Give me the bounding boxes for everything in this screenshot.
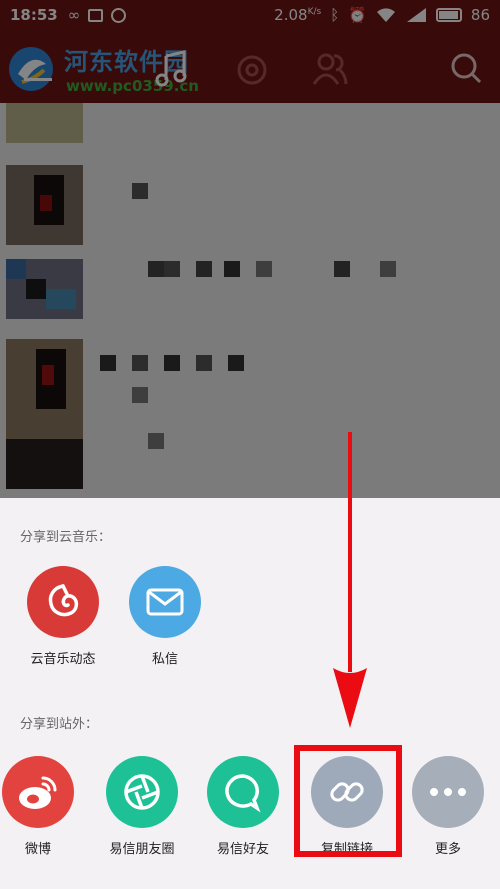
annotation-highlight-box bbox=[294, 745, 402, 857]
annotation-arrow-icon bbox=[333, 432, 367, 728]
share-label: 易信好友 bbox=[216, 842, 269, 857]
share-private-message-button[interactable]: 私信 bbox=[115, 566, 215, 667]
section-label-external: 分享到站外： bbox=[20, 717, 99, 732]
share-yixin-moments-button[interactable]: 易信朋友圈 bbox=[92, 756, 192, 857]
share-sheet: 分享到云音乐： 云音乐动态 私信 分享到站外： 微博 易信朋友圈 易信好友 复制… bbox=[0, 498, 500, 889]
dim-overlay[interactable] bbox=[0, 0, 500, 498]
share-more-button[interactable]: 更多 bbox=[398, 756, 498, 857]
share-label: 更多 bbox=[434, 842, 461, 857]
share-label: 易信朋友圈 bbox=[109, 842, 175, 857]
share-label: 微博 bbox=[24, 842, 51, 857]
more-dots-icon bbox=[430, 788, 466, 796]
share-yixin-friend-button[interactable]: 易信好友 bbox=[193, 756, 293, 857]
netease-music-icon bbox=[48, 584, 79, 617]
section-label-cloud: 分享到云音乐： bbox=[20, 530, 112, 545]
envelope-icon bbox=[146, 588, 184, 616]
share-label: 私信 bbox=[151, 652, 178, 667]
share-cloud-feed-button[interactable]: 云音乐动态 bbox=[13, 566, 113, 667]
weibo-icon bbox=[19, 776, 57, 809]
background-app: 18:53 ∞ 2.08K/s ᛒ ⏰ 86 河东软件园 www.pc0359.… bbox=[0, 0, 500, 498]
share-weibo-button[interactable]: 微博 bbox=[0, 756, 88, 857]
yixin-moments-icon bbox=[124, 774, 160, 810]
share-label: 云音乐动态 bbox=[30, 652, 96, 667]
yixin-friend-icon bbox=[225, 774, 261, 813]
